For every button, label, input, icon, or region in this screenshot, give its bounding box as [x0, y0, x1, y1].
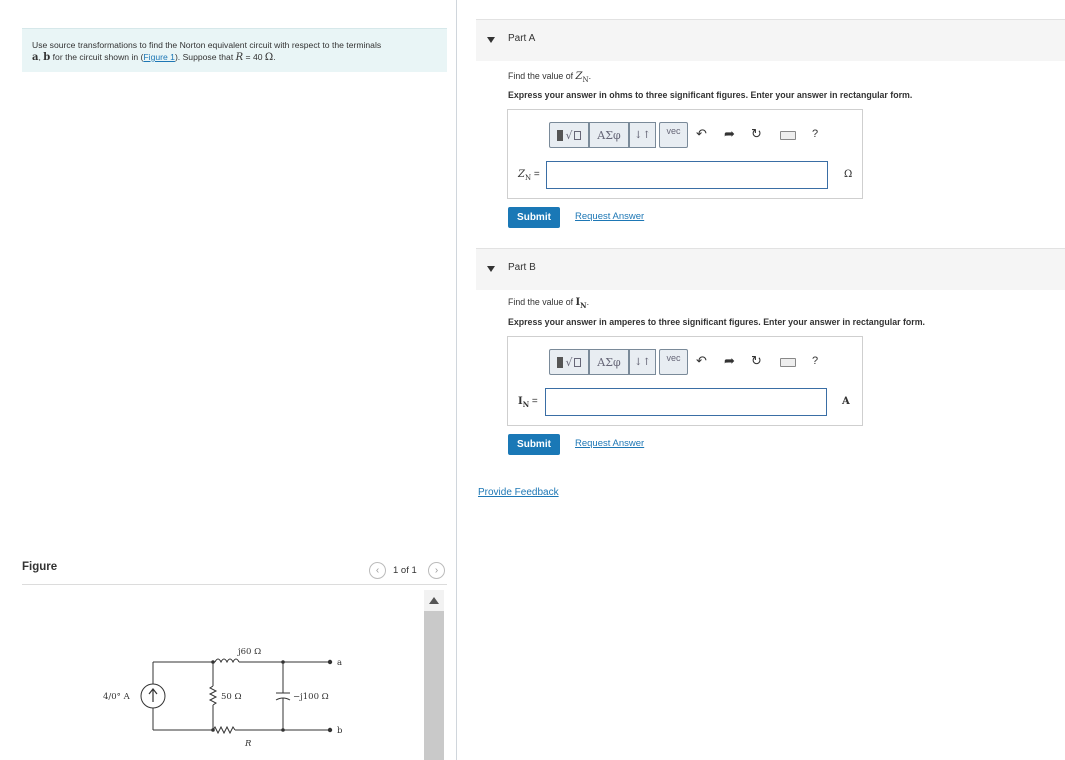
- math-toolbar: √ ΑΣφ ↓↑ vec: [549, 122, 688, 148]
- node-dot: [281, 660, 285, 664]
- capacitor-label: −j100 Ω: [293, 692, 329, 702]
- redo-icon[interactable]: ➦: [724, 354, 735, 368]
- arrow-up-icon: [148, 688, 158, 702]
- chevron-left-icon[interactable]: ‹: [369, 562, 386, 579]
- templates-button[interactable]: √: [549, 122, 589, 148]
- circuit-diagram: 4/0° A j60 Ω 50 Ω −j100 Ω R a b: [103, 647, 343, 749]
- resistor-r-label: R: [244, 739, 252, 749]
- part-a-header[interactable]: Part A: [476, 19, 1065, 61]
- figure-title: Figure: [22, 561, 58, 573]
- terminal-a-label: a: [337, 658, 342, 668]
- part-a-answer-input[interactable]: [546, 161, 828, 189]
- part-b-answer-input[interactable]: [545, 388, 827, 416]
- part-a-submit-button[interactable]: Submit: [508, 207, 560, 228]
- figure-pager-label: 1 of 1: [393, 565, 417, 576]
- unit-ohm: Ω: [264, 52, 274, 63]
- part-a-unit: Ω: [844, 169, 853, 180]
- collapse-triangle-icon[interactable]: [487, 37, 495, 43]
- scroll-up-icon[interactable]: [429, 597, 439, 604]
- greek-symbols-button[interactable]: ΑΣφ: [589, 349, 629, 375]
- help-icon[interactable]: ?: [812, 355, 818, 367]
- terminal-b-label: b: [337, 726, 343, 736]
- source-label: 4/0° A: [103, 692, 131, 702]
- keyboard-icon[interactable]: [780, 131, 796, 140]
- arrows-button[interactable]: ↓↑: [629, 349, 656, 375]
- part-b-answer-box: √ ΑΣφ ↓↑ vec ↶ ➦ ↻ ? IN = A: [507, 336, 863, 426]
- resistor-r-symbol: [212, 725, 236, 735]
- part-b-instructions: Express your answer in amperes to three …: [508, 317, 925, 327]
- part-b-header[interactable]: Part B: [476, 248, 1065, 290]
- figure-link[interactable]: Figure 1: [143, 52, 175, 62]
- part-b-var-label: IN =: [518, 396, 538, 409]
- part-a-answer-box: √ ΑΣφ ↓↑ vec ↶ ➦ ↻ ? ZN = Ω: [507, 109, 863, 199]
- terminal-dot-a: [327, 659, 333, 665]
- vector-button[interactable]: vec: [659, 349, 688, 375]
- terminal-dot-b: [327, 727, 333, 733]
- greek-symbols-button[interactable]: ΑΣφ: [589, 122, 629, 148]
- part-b-title: Part B: [508, 262, 536, 273]
- node-dot: [211, 728, 215, 732]
- redo-icon[interactable]: ➦: [724, 127, 735, 141]
- chevron-right-icon[interactable]: ›: [428, 562, 445, 579]
- inductor-label: j60 Ω: [237, 647, 261, 657]
- vector-button[interactable]: vec: [659, 122, 688, 148]
- provide-feedback-link[interactable]: Provide Feedback: [478, 487, 559, 498]
- part-b-submit-button[interactable]: Submit: [508, 434, 560, 455]
- node-dot: [211, 660, 215, 664]
- help-icon[interactable]: ?: [812, 128, 818, 140]
- part-b-question: Find the value of IN.: [508, 297, 590, 310]
- resistor-50-label: 50 Ω: [221, 692, 242, 702]
- reset-icon[interactable]: ↻: [751, 127, 762, 141]
- part-a-question: Find the value of ZN.: [508, 71, 592, 84]
- part-b-unit: A: [842, 396, 850, 407]
- undo-icon[interactable]: ↶: [696, 127, 707, 141]
- inductor-symbol: [214, 658, 240, 664]
- part-a-title: Part A: [508, 33, 536, 44]
- figure-divider: [22, 584, 447, 585]
- figure-scrollbar-thumb[interactable]: [424, 611, 444, 760]
- part-a-var-label: ZN =: [518, 169, 540, 182]
- resistor-50-symbol: [208, 685, 218, 706]
- undo-icon[interactable]: ↶: [696, 354, 707, 368]
- collapse-triangle-icon[interactable]: [487, 266, 495, 272]
- math-toolbar: √ ΑΣφ ↓↑ vec: [549, 349, 688, 375]
- arrows-button[interactable]: ↓↑: [629, 122, 656, 148]
- reset-icon[interactable]: ↻: [751, 354, 762, 368]
- keyboard-icon[interactable]: [780, 358, 796, 367]
- panel-divider: [456, 0, 457, 760]
- part-b-request-answer-link[interactable]: Request Answer: [575, 438, 644, 449]
- templates-button[interactable]: √: [549, 349, 589, 375]
- problem-statement: Use source transformations to find the N…: [22, 28, 447, 72]
- part-a-request-answer-link[interactable]: Request Answer: [575, 211, 644, 222]
- node-dot: [281, 728, 285, 732]
- part-a-instructions: Express your answer in ohms to three sig…: [508, 90, 913, 100]
